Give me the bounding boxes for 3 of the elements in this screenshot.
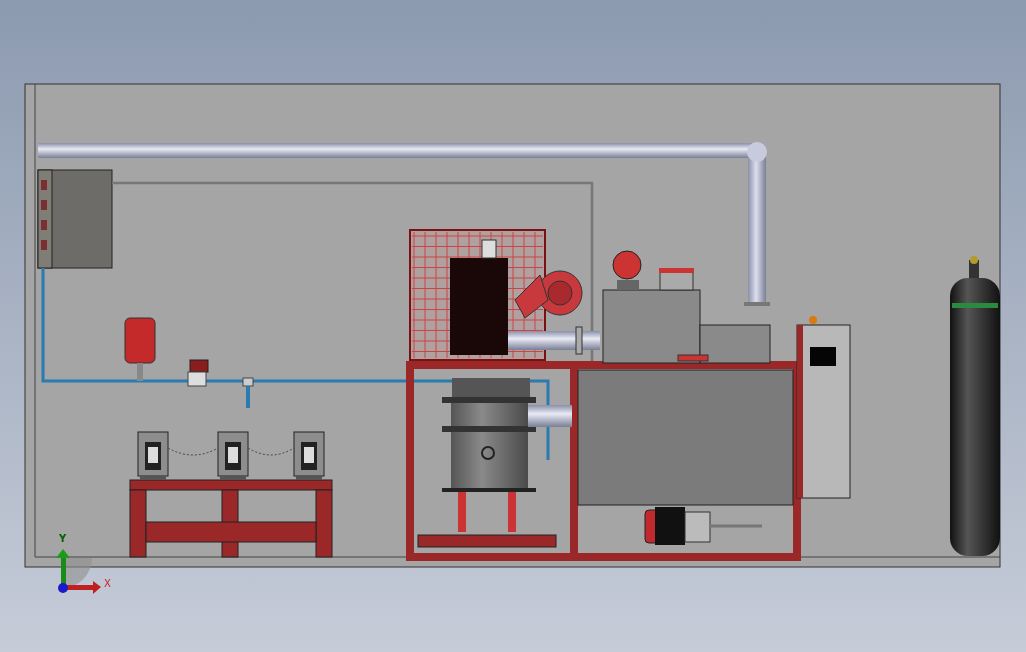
axis-label: X — [104, 578, 111, 589]
axis-triad-drawing — [56, 549, 101, 594]
axis-label: Y — [59, 533, 67, 544]
